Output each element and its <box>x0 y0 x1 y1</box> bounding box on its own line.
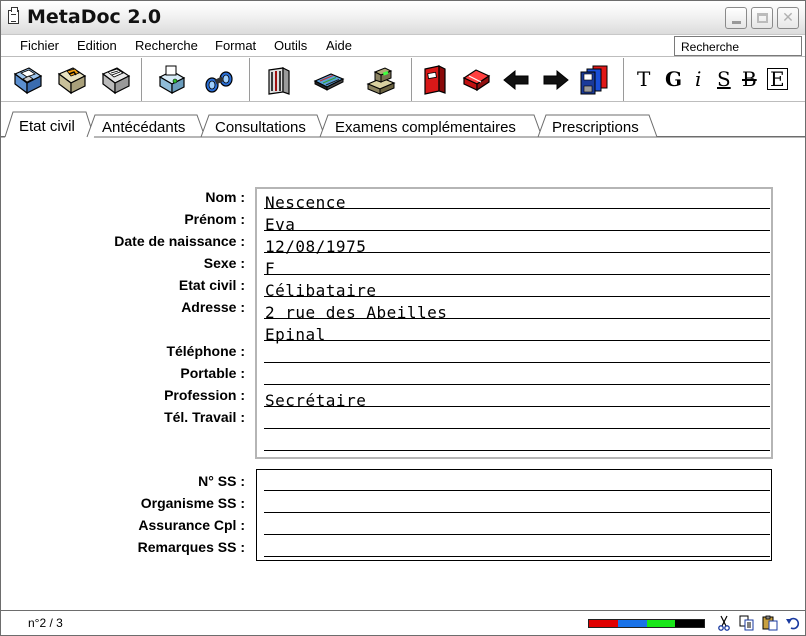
field-underline <box>264 296 770 297</box>
value-adresse-2: Epinal <box>265 325 326 344</box>
menu-recherche[interactable]: Recherche <box>135 38 198 53</box>
field-underline <box>264 512 770 513</box>
format-italic-button[interactable]: i <box>695 68 701 90</box>
format-strikethrough-button[interactable]: B <box>742 68 757 90</box>
color-black[interactable] <box>675 620 704 627</box>
scissors-icon[interactable] <box>716 615 732 631</box>
save-floppy-icon[interactable] <box>11 64 43 96</box>
red-book-icon[interactable] <box>419 64 451 96</box>
minimize-button[interactable] <box>725 7 747 29</box>
maximize-icon <box>756 13 768 23</box>
menu-aide[interactable]: Aide <box>326 38 352 53</box>
close-button[interactable]: ✕ <box>777 7 799 29</box>
label-portable: Portable : <box>180 365 245 381</box>
tab-prescriptions[interactable]: Prescriptions <box>552 119 639 136</box>
print-floppy-icon[interactable] <box>99 64 131 96</box>
tab-consultations[interactable]: Consultations <box>215 119 306 136</box>
keyboard-icon[interactable] <box>313 64 345 96</box>
value-adresse-1: 2 rue des Abeilles <box>265 303 448 322</box>
label-prenom: Prénom : <box>184 211 245 227</box>
label-profession: Profession : <box>164 387 245 403</box>
arrow-left-icon[interactable] <box>501 64 533 96</box>
color-red[interactable] <box>589 620 618 627</box>
label-date-naissance: Date de naissance : <box>114 233 245 249</box>
menu-outils[interactable]: Outils <box>274 38 307 53</box>
app-clipboard-icon <box>8 7 19 24</box>
value-profession: Secrétaire <box>265 391 367 410</box>
value-etat-civil: Célibataire <box>265 281 377 300</box>
field-underline <box>264 208 770 209</box>
label-tel-travail: Tél. Travail : <box>164 409 245 425</box>
undo-icon[interactable] <box>785 615 801 631</box>
window-title: MetaDoc 2.0 <box>27 6 162 28</box>
field-underline <box>264 450 770 451</box>
binoculars-icon[interactable] <box>203 64 235 96</box>
toolbar: T G i S B E <box>1 58 805 102</box>
toolbar-separator <box>249 58 250 101</box>
field-underline <box>264 318 770 319</box>
value-date-naissance: 12/08/1975 <box>265 237 367 256</box>
field-underline <box>264 490 770 491</box>
toolbar-separator <box>411 58 412 101</box>
paste-icon[interactable] <box>762 615 778 631</box>
securite-sociale-panel <box>256 469 772 561</box>
field-underline <box>264 556 770 557</box>
arrow-right-icon[interactable] <box>539 64 571 96</box>
field-underline <box>264 406 770 407</box>
field-underline <box>264 274 770 275</box>
menu-edition[interactable]: Edition <box>77 38 117 53</box>
address-book-icon[interactable] <box>263 64 295 96</box>
minimize-icon <box>731 20 741 24</box>
color-blue[interactable] <box>617 620 647 627</box>
tab-examens-complementaires[interactable]: Examens complémentaires <box>335 119 516 136</box>
label-organisme-ss: Organisme SS : <box>140 495 245 511</box>
title-bar[interactable]: MetaDoc 2.0 ✕ <box>1 1 805 35</box>
record-counter: n°2 / 3 <box>28 616 63 630</box>
field-underline <box>264 534 770 535</box>
field-underline <box>264 252 770 253</box>
label-telephone: Téléphone : <box>166 343 245 359</box>
format-underline-button[interactable]: S <box>717 68 731 90</box>
label-etat-civil: Etat civil : <box>178 277 245 293</box>
label-remarques-ss: Remarques SS : <box>137 539 245 555</box>
eraser-icon[interactable] <box>461 64 493 96</box>
field-underline <box>264 384 770 385</box>
toolbar-separator <box>623 58 624 101</box>
format-title-button[interactable]: T <box>637 68 650 90</box>
field-underline <box>264 428 770 429</box>
value-nom: Nescence <box>265 193 347 212</box>
field-underline <box>264 340 770 341</box>
floppy-stack-icon[interactable] <box>579 64 611 96</box>
format-bold-button[interactable]: G <box>665 68 682 90</box>
label-assurance-cpl: Assurance Cpl : <box>138 517 245 533</box>
copy-icon[interactable] <box>739 615 755 631</box>
toolbar-separator <box>141 58 142 101</box>
open-floppy-icon[interactable] <box>55 64 87 96</box>
label-sexe: Sexe : <box>203 255 245 271</box>
field-underline <box>264 230 770 231</box>
label-numero-ss: N° SS : <box>198 473 245 489</box>
color-green[interactable] <box>646 620 676 627</box>
search-input[interactable]: Recherche <box>674 36 802 56</box>
label-nom: Nom : <box>205 189 245 205</box>
identity-panel: Nescence Eva 12/08/1975 F Célibataire 2 … <box>255 187 773 459</box>
tab-etat-civil[interactable]: Etat civil <box>19 118 75 135</box>
tab-antecedants[interactable]: Antécédants <box>102 119 185 136</box>
value-prenom: Eva <box>265 215 296 234</box>
format-frame-button[interactable]: E <box>767 68 788 90</box>
value-sexe: F <box>265 259 276 278</box>
app-window: MetaDoc 2.0 ✕ Fichier Edition Recherche … <box>0 0 806 636</box>
menu-format[interactable]: Format <box>215 38 256 53</box>
field-underline <box>264 362 770 363</box>
label-adresse: Adresse : <box>181 299 245 315</box>
status-bar: n°2 / 3 <box>1 610 805 635</box>
menu-bar: Fichier Edition Recherche Format Outils … <box>1 35 805 57</box>
cash-register-icon[interactable] <box>365 64 397 96</box>
print-preview-icon[interactable] <box>155 64 187 96</box>
menu-fichier[interactable]: Fichier <box>20 38 59 53</box>
maximize-button[interactable] <box>751 7 773 29</box>
close-icon: ✕ <box>782 10 794 26</box>
tab-bar: Etat civil Antécédants Consultations Exa… <box>1 102 805 138</box>
color-palette[interactable] <box>588 619 705 628</box>
